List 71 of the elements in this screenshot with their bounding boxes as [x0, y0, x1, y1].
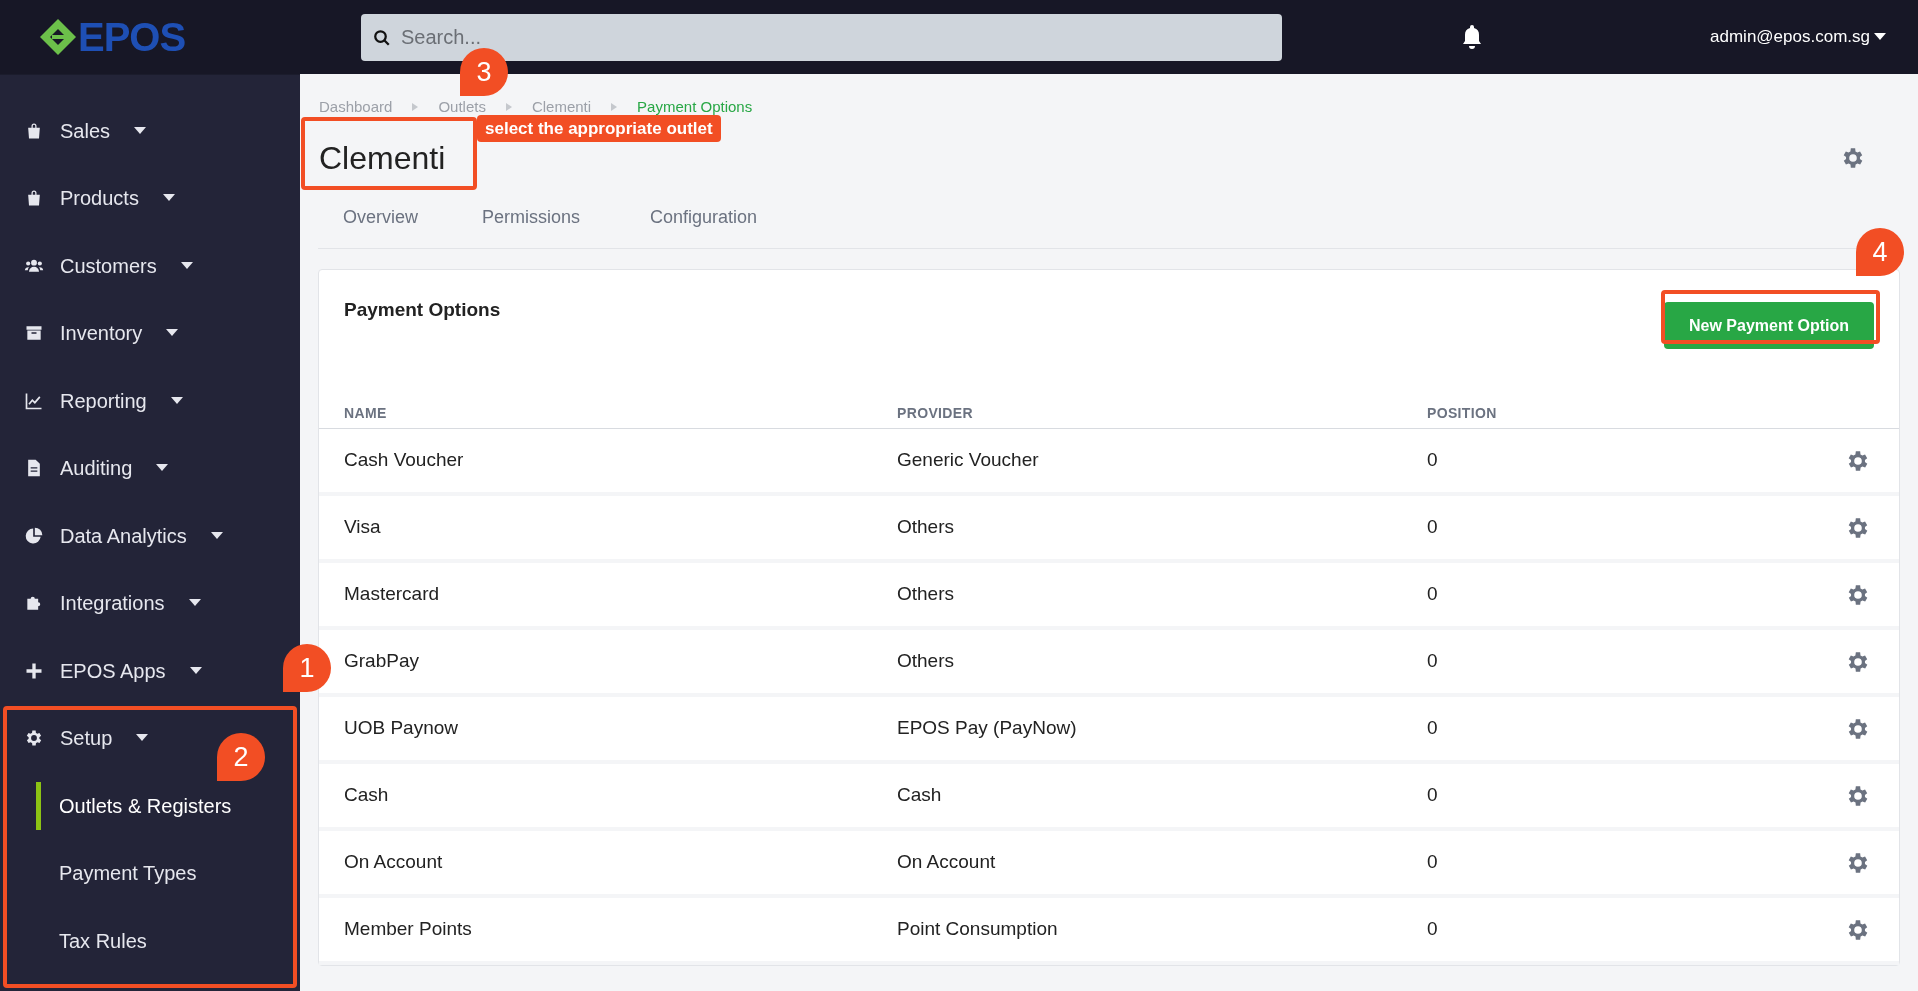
search-field[interactable]: Search...	[361, 13, 1282, 61]
table-cell-text: UOB Paynow	[344, 716, 460, 741]
table-cell-text: 0	[1427, 582, 1439, 607]
table-cell-text: 0	[1427, 716, 1439, 741]
pie-chart-icon	[24, 525, 44, 546]
diamond-logo-icon	[38, 17, 78, 57]
user-menu[interactable]: admin@epos.com.sg	[1710, 24, 1886, 50]
table-cell-text: Member Points	[344, 917, 473, 942]
table-cell-text: Others	[897, 515, 956, 540]
column-header: PROVIDER	[897, 403, 974, 423]
caret-icon	[1874, 33, 1886, 41]
caret-icon	[162, 194, 175, 203]
table-cell-text: Visa	[344, 515, 382, 540]
table-cell-text: Cash Voucher	[344, 448, 465, 473]
sidebar-item[interactable]: Reporting	[0, 367, 195, 435]
step-marker: 4	[1856, 228, 1904, 276]
chevron-icon	[412, 102, 419, 111]
caret-icon	[189, 666, 202, 675]
caret-icon	[170, 396, 183, 405]
bell-icon	[1460, 24, 1484, 50]
search-icon	[373, 28, 391, 47]
table-cell-text: Point Consumption	[897, 917, 1059, 942]
caret-icon	[166, 329, 179, 338]
column-header: POSITION	[1427, 403, 1498, 423]
table-cell-text: 0	[1427, 515, 1439, 540]
sidebar-subitem[interactable]: Payment Types	[0, 839, 209, 907]
tab[interactable]: Overview	[318, 200, 443, 231]
sidebar-item[interactable]: Inventory	[0, 299, 191, 367]
logo-text: EPOS	[78, 17, 186, 57]
tab[interactable]: Permissions	[457, 200, 606, 231]
table-cell-text: 0	[1427, 917, 1439, 942]
table-cell-text: On Account	[344, 850, 444, 875]
caret-icon	[134, 126, 147, 135]
table-cell-text: GrabPay	[344, 649, 420, 674]
chevron-icon	[505, 102, 512, 111]
table-cell-text: Mastercard	[344, 582, 441, 607]
caret-icon	[136, 734, 149, 743]
sidebar-item[interactable]: Products	[0, 164, 187, 232]
table-cell-text: EPOS Pay (PayNow)	[897, 716, 1078, 741]
caret-icon	[210, 531, 223, 540]
table-cell-text: Generic Voucher	[897, 448, 1040, 473]
step-marker: 3	[460, 48, 508, 96]
table-cell-text: Cash	[897, 783, 943, 808]
settings-icon	[24, 728, 44, 749]
sidebar-subitem[interactable]: Tax Rules	[0, 907, 159, 975]
table-cell-text: Cash	[344, 783, 390, 808]
table-cell-text: Others	[897, 582, 956, 607]
sidebar-item[interactable]: Setup	[0, 704, 161, 772]
caret-icon	[180, 261, 193, 270]
column-header: NAME	[344, 403, 388, 423]
table-cell-text: Others	[897, 649, 956, 674]
page-title: Clementi	[318, 139, 446, 178]
sidebar-item[interactable]: Integrations	[0, 569, 213, 637]
sidebar-item[interactable]: Customers	[0, 232, 205, 300]
table-cell-text: 0	[1427, 649, 1439, 674]
sidebar-item[interactable]: Data Analytics	[0, 502, 235, 570]
active-indicator	[36, 782, 41, 830]
chevron-icon	[611, 102, 618, 111]
sidebar-item[interactable]: EPOS Apps	[0, 637, 214, 705]
user-email: admin@epos.com.sg	[1710, 26, 1870, 49]
sidebar-item[interactable]: Auditing	[0, 434, 181, 502]
table-cell-text: 0	[1427, 783, 1439, 808]
tab[interactable]: Configuration	[625, 200, 783, 231]
caret-icon	[188, 599, 201, 608]
card-title: Payment Options	[344, 298, 501, 322]
callout-label: select the appropriate outlet	[477, 115, 721, 142]
table-cell-text: 0	[1427, 448, 1439, 473]
caret-icon	[156, 464, 169, 473]
sidebar-item[interactable]: Sales	[0, 97, 159, 165]
table-cell-text: 0	[1427, 850, 1439, 875]
table-cell-text: On Account	[897, 850, 997, 875]
